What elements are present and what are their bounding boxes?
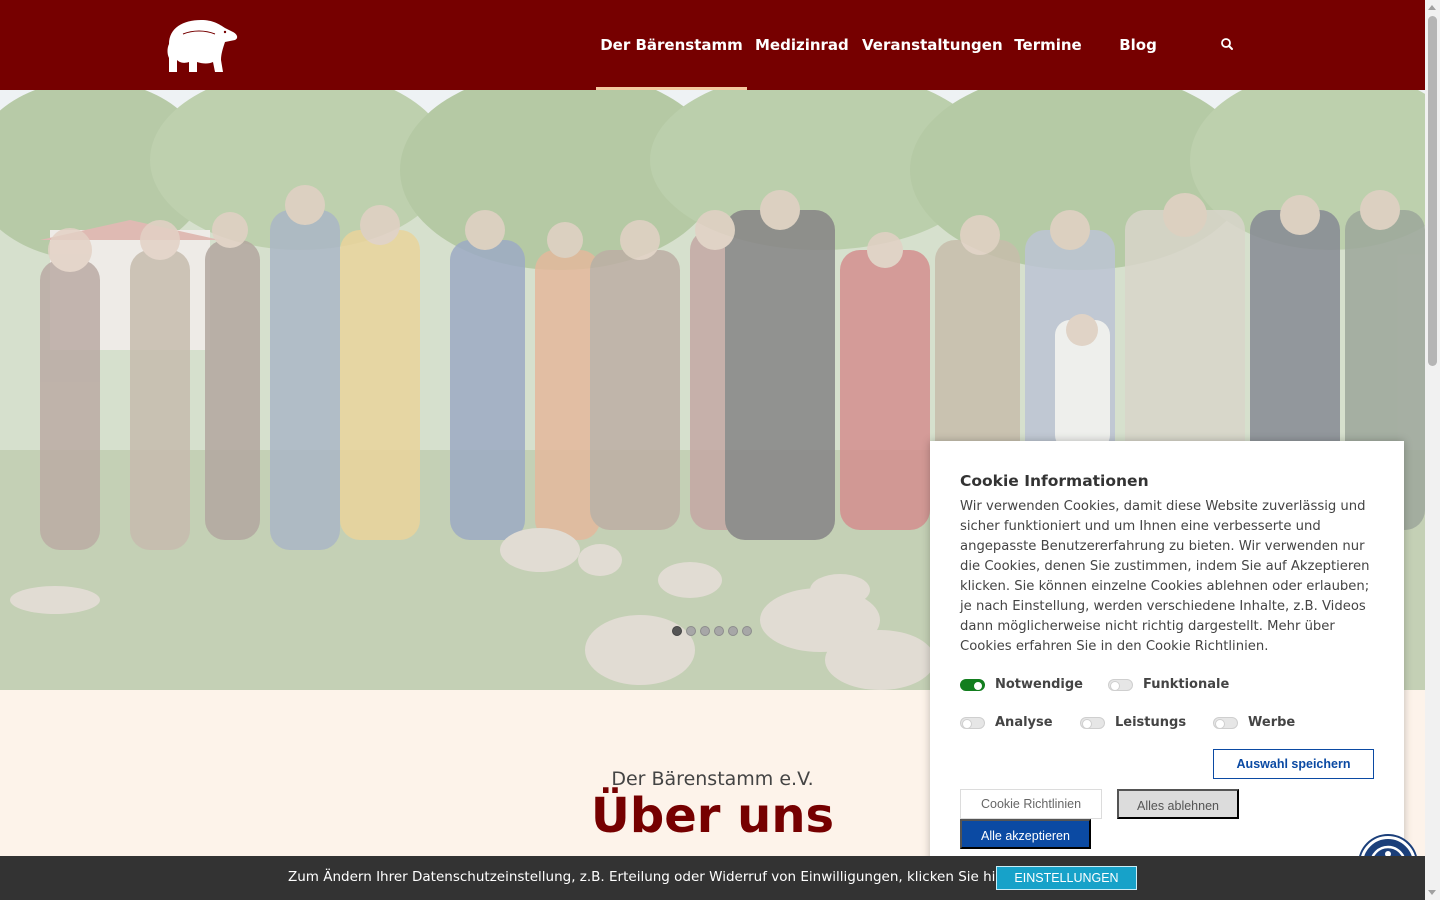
toggle-analyse[interactable]: Analyse [960,715,1053,730]
slider-dot[interactable] [686,626,696,636]
toggle-label: Werbe [1248,715,1296,730]
cookie-title: Cookie Informationen [960,472,1149,490]
toggle-switch[interactable] [1080,716,1105,729]
settings-button[interactable]: EINSTELLUNGEN [996,866,1137,890]
nav-item-medizinrad[interactable]: Medizinrad [755,0,849,90]
reject-all-button[interactable]: Alles ablehnen [1117,789,1239,819]
toggle-label: Notwendige [995,677,1083,692]
scroll-thumb[interactable] [1428,16,1437,366]
toggle-notwendige[interactable]: Notwendige [960,677,1083,692]
privacy-settings-bar: Zum Ändern Ihrer Datenschutzeinstellung,… [0,856,1425,900]
site-header: Der Bärenstamm Medizinrad Veranstaltunge… [0,0,1425,90]
page-scrollbar[interactable] [1425,0,1440,900]
toggle-switch[interactable] [960,678,985,691]
toggle-switch[interactable] [1108,678,1133,691]
search-icon[interactable] [1220,36,1234,50]
nav-item-baerenstamm[interactable]: Der Bärenstamm [596,0,747,90]
scroll-up-arrow-icon[interactable] [1428,5,1436,10]
save-selection-button[interactable]: Auswahl speichern [1213,749,1374,779]
accept-all-button[interactable]: Alle akzeptieren [960,819,1091,849]
nav-item-blog[interactable]: Blog [1112,0,1164,90]
cookie-text: Wir verwenden Cookies, damit diese Websi… [960,499,1370,654]
slider-dot[interactable] [672,626,682,636]
toggle-werbe[interactable]: Werbe [1213,715,1295,730]
cookie-dialog: Cookie Informationen Wir verwenden Cooki… [930,441,1404,871]
polar-bear-icon[interactable] [163,14,241,76]
nav-item-veranstaltungen[interactable]: Veranstaltungen [862,0,1003,90]
toggle-label: Analyse [995,715,1053,730]
cookie-policy-button[interactable]: Cookie Richtlinien [960,789,1102,819]
toggle-label: Funktionale [1143,677,1230,692]
toggle-switch[interactable] [960,716,985,729]
nav-item-termine[interactable]: Termine [1010,0,1086,90]
toggle-funktionale[interactable]: Funktionale [1108,677,1229,692]
slider-dot[interactable] [742,626,752,636]
slider-dot[interactable] [700,626,710,636]
slider-dot[interactable] [728,626,738,636]
toggle-leistungs[interactable]: Leistungs [1080,715,1186,730]
privacy-settings-text: Zum Ändern Ihrer Datenschutzeinstellung,… [288,869,1014,885]
slider-dot[interactable] [714,626,724,636]
toggle-switch[interactable] [1213,716,1238,729]
scroll-down-arrow-icon[interactable] [1428,890,1436,895]
toggle-label: Leistungs [1115,715,1187,730]
slider-dots [672,626,752,636]
